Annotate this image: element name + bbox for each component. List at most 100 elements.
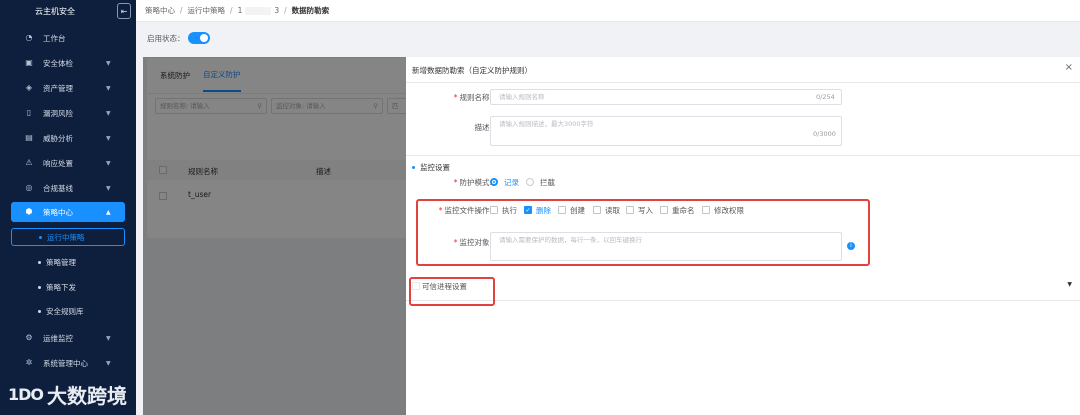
- radio-block-label[interactable]: 拦截: [540, 177, 555, 188]
- sidebar-subitem-label: 运行中策略: [47, 232, 85, 242]
- placeholder-text: 请输入规则描述，最大3000字符: [499, 120, 594, 128]
- breadcrumb: 策略中心 / 运行中策略 / 1 3 / 数据防勒索: [136, 0, 1080, 22]
- sidebar-subitem-policy-management[interactable]: 策略管理: [0, 253, 136, 271]
- watermark-text: 大数跨境: [47, 384, 128, 408]
- gear-icon: ⚙: [25, 333, 33, 342]
- bullet-icon: [39, 235, 42, 239]
- checkbox-modify-permissions[interactable]: [702, 206, 710, 214]
- checkbox-read-label[interactable]: 读取: [605, 205, 620, 216]
- sidebar-item-compliance[interactable]: ◎ 合规基线 ▼: [0, 178, 136, 198]
- description-counter: 0/3000: [813, 130, 836, 138]
- sidebar-subitem-running-policies[interactable]: 运行中策略: [11, 228, 125, 246]
- rule-name-counter: 0/254: [816, 93, 835, 101]
- checkbox-read[interactable]: [593, 206, 601, 214]
- bullet-icon: [38, 309, 41, 313]
- sidebar-item-label: 威胁分析: [43, 133, 73, 143]
- sidebar-item-system-management[interactable]: ✲ 系统管理中心 ▼: [0, 353, 136, 373]
- checkbox-execute[interactable]: [490, 206, 498, 214]
- sidebar-item-workbench[interactable]: ◔ 工作台: [0, 28, 136, 48]
- trusted-process-collapse[interactable]: 可信进程设置 ▼: [406, 271, 1080, 301]
- section-title: 监控设置: [412, 162, 450, 173]
- target-textarea[interactable]: 请输入需要保护的数据，每行一条，以回车键换行: [490, 232, 842, 261]
- sidebar-item-label: 安全体检: [43, 58, 73, 68]
- checkbox-write-label[interactable]: 写入: [638, 205, 653, 216]
- breadcrumb-item[interactable]: 策略中心: [145, 5, 175, 16]
- breadcrumb-current: 数据防勒索: [291, 6, 330, 15]
- breadcrumb-separator: /: [284, 6, 287, 15]
- bug-icon: ▯: [26, 108, 32, 117]
- checkbox-modify-permissions-label[interactable]: 修改权限: [714, 205, 744, 216]
- checkbox-create[interactable]: [558, 206, 566, 214]
- divider: [406, 82, 1080, 83]
- chevron-down-icon: ▼: [106, 84, 111, 92]
- sidebar-item-response[interactable]: ⚠ 响应处置 ▼: [0, 153, 136, 173]
- redacted-text: [245, 6, 272, 15]
- sidebar-subitem-label: 安全规则库: [46, 306, 84, 316]
- radio-record[interactable]: [490, 178, 498, 186]
- description-textarea[interactable]: 请输入规则描述，最大3000字符: [490, 116, 842, 146]
- checkbox-create-label[interactable]: 创建: [570, 205, 585, 216]
- sidebar-item-label: 资产管理: [43, 83, 73, 93]
- info-icon[interactable]: i: [847, 242, 855, 250]
- dashboard-icon: ◔: [25, 33, 33, 42]
- sidebar-subitem-rule-library[interactable]: 安全规则库: [0, 302, 136, 320]
- sidebar-item-security-check[interactable]: ▣ 安全体检 ▼: [0, 53, 136, 73]
- close-icon[interactable]: ×: [1065, 62, 1073, 73]
- checkbox-rename[interactable]: [660, 206, 668, 214]
- collapse-icon[interactable]: ⇤: [117, 3, 131, 19]
- breadcrumb-separator: /: [180, 6, 183, 15]
- chevron-down-icon: ▼: [106, 59, 111, 67]
- add-rule-drawer: 新增数据防勒索（自定义防护规则） × * 规则名称: 请输入规则名称 0/254 …: [406, 57, 1080, 415]
- shield-icon: ⬢: [25, 207, 33, 216]
- chevron-down-icon: ▼: [106, 159, 111, 167]
- placeholder-text: 请输入规则名称: [499, 93, 545, 101]
- breadcrumb-item[interactable]: 3: [274, 6, 279, 15]
- checkbox-delete[interactable]: ✓: [524, 206, 532, 214]
- bullet-icon: [38, 285, 41, 289]
- radio-block[interactable]: [526, 178, 534, 186]
- watermark-logo: 1DO: [8, 385, 44, 404]
- enable-status-toggle[interactable]: [187, 32, 210, 44]
- sidebar-item-threat-analysis[interactable]: ▤ 威胁分析 ▼: [0, 128, 136, 148]
- modal-overlay[interactable]: [143, 57, 406, 415]
- sidebar-header: 云主机安全 ⇤: [0, 0, 136, 22]
- settings-icon: ✲: [25, 358, 33, 367]
- chevron-down-icon: ▼: [106, 109, 111, 117]
- sidebar-item-label: 合规基线: [43, 183, 73, 193]
- section-title-text: 监控设置: [420, 163, 450, 172]
- required-mark: *: [438, 206, 443, 215]
- label-text: 监控文件操作:: [444, 206, 492, 215]
- check-icon: ▣: [25, 58, 33, 67]
- sidebar-item-policy-center[interactable]: ⬢ 策略中心 ▲: [11, 202, 125, 222]
- checkbox-write[interactable]: [626, 206, 634, 214]
- sidebar-subitem-label: 策略下发: [46, 282, 76, 292]
- checkbox-rename-label[interactable]: 重命名: [672, 205, 695, 216]
- chevron-down-icon: ▼: [106, 184, 111, 192]
- alert-icon: ⚠: [25, 158, 33, 167]
- label-text: 监控对象:: [459, 238, 492, 247]
- sidebar-item-label: 工作台: [43, 33, 66, 43]
- sidebar-item-assets[interactable]: ◈ 资产管理 ▼: [0, 78, 136, 98]
- rule-name-input[interactable]: 请输入规则名称: [490, 89, 842, 105]
- checkbox-execute-label[interactable]: 执行: [502, 205, 517, 216]
- checkbox-delete-label[interactable]: 删除: [536, 205, 551, 216]
- mode-label: * 防护模式:: [454, 177, 492, 188]
- sidebar-subitem-label: 策略管理: [46, 257, 76, 267]
- sidebar: 云主机安全 ⇤ ◔ 工作台 ▣ 安全体检 ▼ ◈ 资产管理 ▼ ▯ 漏洞风险 ▼…: [0, 0, 136, 415]
- divider: [406, 155, 1080, 156]
- sidebar-item-ops-monitoring[interactable]: ⚙ 运维监控 ▼: [0, 328, 136, 348]
- sidebar-item-label: 运维监控: [43, 333, 73, 343]
- compass-icon: ◎: [25, 183, 33, 192]
- label-text: 防护模式:: [459, 178, 492, 187]
- sidebar-item-label: 系统管理中心: [43, 358, 88, 368]
- sidebar-subitem-policy-dispatch[interactable]: 策略下发: [0, 278, 136, 296]
- chevron-down-icon: ▼: [1067, 281, 1072, 288]
- breadcrumb-separator: /: [230, 6, 233, 15]
- radio-record-label[interactable]: 记录: [504, 177, 519, 188]
- bullet-icon: [412, 166, 415, 169]
- breadcrumb-item[interactable]: 运行中策略: [188, 5, 226, 16]
- breadcrumb-item[interactable]: 1: [238, 6, 243, 15]
- chevron-down-icon: ▼: [106, 134, 111, 142]
- sidebar-item-vulnerabilities[interactable]: ▯ 漏洞风险 ▼: [0, 103, 136, 123]
- watermark: 1DO 大数跨境: [8, 380, 127, 409]
